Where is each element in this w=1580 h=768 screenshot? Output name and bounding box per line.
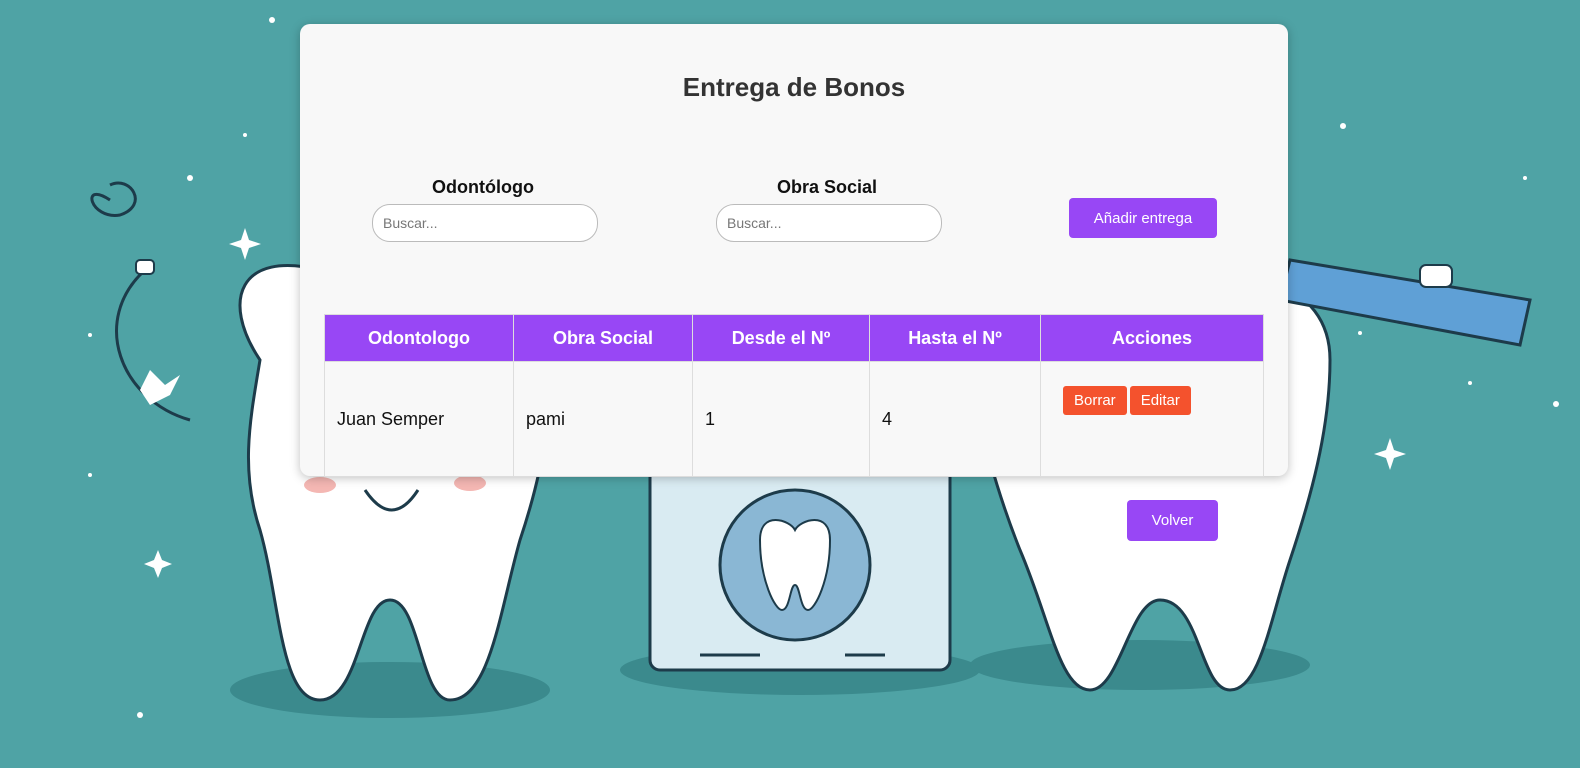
cell-desde: 1 (692, 361, 870, 477)
obra-social-search-input[interactable] (716, 204, 942, 242)
obra-social-filter-label: Obra Social (776, 177, 878, 197)
editar-button[interactable]: Editar (1129, 386, 1191, 415)
cell-acciones: Borrar Editar (1040, 361, 1264, 477)
odontologo-filter-label: Odontólogo (432, 177, 534, 197)
column-header-acciones: Acciones (1040, 314, 1264, 362)
volver-button[interactable]: Volver (1127, 500, 1218, 541)
bonos-table: Odontologo Obra Social Desde el Nº Hasta… (324, 314, 1264, 477)
column-header-obra-social: Obra Social (513, 314, 693, 362)
column-header-odontologo: Odontologo (324, 314, 514, 362)
cell-odontologo: Juan Semper (324, 361, 514, 477)
page-title: Entrega de Bonos (682, 72, 906, 102)
add-entrega-button[interactable]: Añadir entrega (1069, 198, 1217, 238)
column-header-desde: Desde el Nº (692, 314, 870, 362)
cell-obra-social: pami (513, 361, 693, 477)
cell-hasta: 4 (869, 361, 1041, 477)
table-row: Juan Semper pami 1 4 Borrar Editar (324, 361, 1264, 477)
column-header-hasta: Hasta el Nº (869, 314, 1041, 362)
bonos-card: Entrega de Bonos Odontólogo Obra Social … (300, 24, 1288, 477)
table-header-row: Odontologo Obra Social Desde el Nº Hasta… (324, 314, 1264, 362)
odontologo-search-input[interactable] (372, 204, 598, 242)
borrar-button[interactable]: Borrar (1063, 386, 1127, 415)
